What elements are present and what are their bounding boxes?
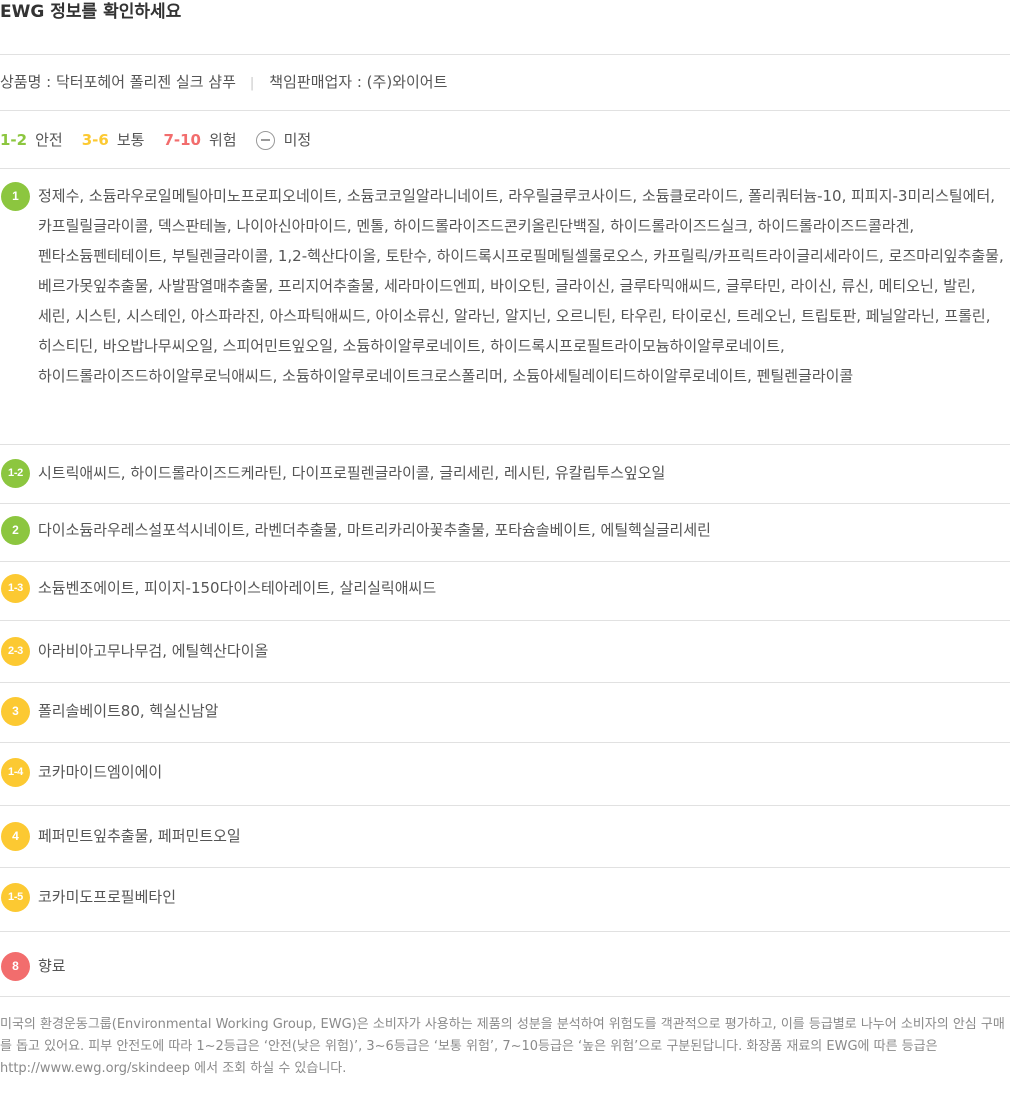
ingredient-row: 1-5 코카미도프로필베타인 (0, 868, 1010, 931)
legend-safe-label: 안전 (35, 131, 63, 149)
ewg-description: 미국의 환경운동그룹(Environmental Working Group, … (0, 1017, 1005, 1076)
grade-badge: 8 (1, 952, 30, 981)
grade-badge: 2-3 (1, 637, 30, 666)
ingredient-row: 1 정제수, 소듐라우로일메틸아미노프로피오네이트, 소듐코코일알라니네이트, … (0, 169, 1010, 444)
ingredient-list: 코카미도프로필베타인 (38, 888, 177, 906)
ingredient-row: 2-3 아라비아고무나무검, 에틸헥산다이올 (0, 621, 1010, 682)
grade-badge: 1-4 (1, 758, 30, 787)
grade-badge: 4 (1, 822, 30, 851)
grade-badge: 1-3 (1, 574, 30, 603)
product-name: 상품명 : 닥터포헤어 폴리젠 실크 샴푸 (0, 73, 236, 91)
minus-circle-icon (255, 130, 275, 150)
grade-badge: 1 (1, 182, 30, 211)
ingredient-list: 시트릭애씨드, 하이드롤라이즈드케라틴, 다이프로필렌글라이콜, 글리세린, 레… (38, 464, 666, 482)
seller-name: 책임판매업자 : (주)와이어트 (269, 73, 448, 91)
ingredient-row: 1-2 시트릭애씨드, 하이드롤라이즈드케라틴, 다이프로필렌글라이콜, 글리세… (0, 445, 1010, 503)
legend-safe: 1-2 안전 (0, 128, 63, 152)
legend-moderate-range: 3-6 (81, 131, 109, 149)
legend-high-range: 7-10 (163, 131, 201, 149)
legend-safe-range: 1-2 (0, 131, 28, 149)
ingredient-row: 1-3 소듐벤조에이트, 피이지-150다이스테아레이트, 살리실릭애씨드 (0, 562, 1010, 620)
ingredient-row: 3 폴리솔베이트80, 헥실신남알 (0, 683, 1010, 742)
legend-high: 7-10 위험 (163, 128, 236, 152)
grade-legend: 1-2 안전 3-6 보통 7-10 위험 미정 (0, 128, 330, 152)
ingredient-list: 향료 (38, 957, 66, 975)
legend-high-label: 위험 (208, 131, 237, 149)
ingredient-list: 아라비아고무나무검, 에틸헥산다이올 (38, 642, 269, 660)
ingredient-list: 코카마이드엠이에이 (38, 763, 163, 781)
legend-moderate: 3-6 보통 (82, 128, 145, 152)
ingredient-list: 정제수, 소듐라우로일메틸아미노프로피오네이트, 소듐코코일알라니네이트, 라우… (38, 187, 1004, 385)
divider (0, 996, 1010, 997)
divider (0, 54, 1010, 55)
ingredient-list: 소듐벤조에이트, 피이지-150다이스테아레이트, 살리실릭애씨드 (38, 579, 437, 597)
product-separator: | (249, 76, 255, 91)
legend-undetermined: 미정 (255, 128, 312, 152)
ingredient-row: 2 다이소듐라우레스설포석시네이트, 라벤더추출물, 마트리카리아꽃추출물, 포… (0, 504, 1010, 562)
grade-badge: 1-5 (1, 883, 30, 912)
page-title: EWG 정보를 확인하세요 (0, 2, 182, 22)
grade-badge: 1-2 (1, 459, 30, 488)
legend-undetermined-label: 미정 (283, 131, 312, 149)
divider (0, 110, 1010, 111)
ingredient-list: 폴리솔베이트80, 헥실신남알 (38, 702, 219, 720)
ingredient-row: 4 페퍼민트잎추출물, 페퍼민트오일 (0, 806, 1010, 867)
ingredient-row: 1-4 코카마이드엠이에이 (0, 743, 1010, 805)
legend-moderate-label: 보통 (116, 131, 145, 149)
grade-badge: 3 (1, 697, 30, 726)
ingredient-list: 페퍼민트잎추출물, 페퍼민트오일 (38, 827, 241, 845)
ingredient-row: 8 향료 (0, 932, 1010, 996)
product-info: 상품명 : 닥터포헤어 폴리젠 실크 샴푸 | 책임판매업자 : (주)와이어트 (0, 70, 447, 94)
grade-badge: 2 (1, 516, 30, 545)
ingredient-list: 다이소듐라우레스설포석시네이트, 라벤더추출물, 마트리카리아꽃추출물, 포타슘… (38, 521, 711, 539)
